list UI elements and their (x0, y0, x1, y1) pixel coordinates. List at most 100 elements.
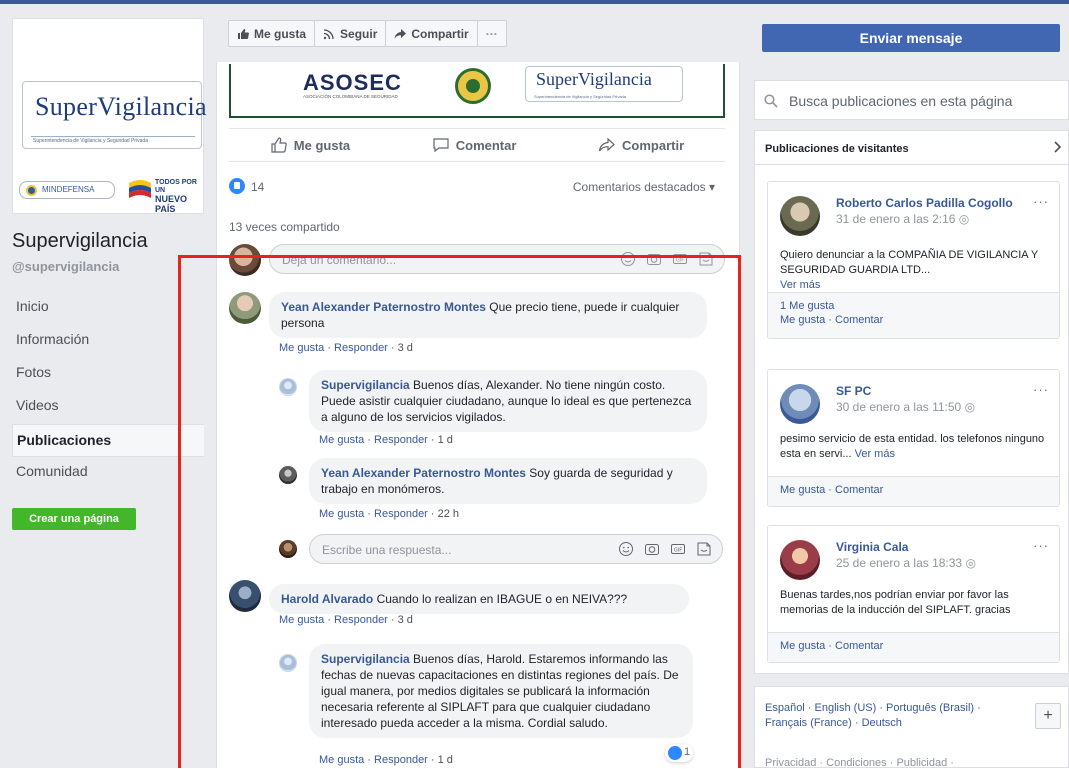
chevron-right-icon[interactable] (1052, 139, 1064, 155)
see-more-link[interactable]: Ver más (780, 279, 820, 291)
add-language-button[interactable]: + (1035, 703, 1061, 729)
visitor-date-text: 31 de enero a las 2:16 (836, 212, 956, 226)
sticker-icon[interactable] (698, 251, 714, 267)
emoji-icon[interactable] (620, 251, 636, 267)
reply-time[interactable]: · 1 d (428, 434, 453, 446)
reply-author[interactable]: Yean Alexander Paternostro Montes (321, 466, 526, 480)
reply-input-icons: GIF (618, 541, 712, 557)
post-comment-label: Comentar (455, 137, 517, 153)
comment-reply-link[interactable]: Responder (334, 342, 388, 354)
nav-item-inicio[interactable]: Inicio (12, 292, 204, 325)
visitor-actions[interactable]: Me gusta · Comentar (780, 484, 883, 496)
language-links[interactable]: Español · English (US) · Português (Bras… (765, 701, 1015, 731)
post-image[interactable]: ASOSEC ASOCIACIÓN COLOMBIANA DE SEGURIDA… (229, 64, 725, 118)
page-search-input[interactable]: Busca publicaciones en esta página (754, 80, 1069, 120)
avatar[interactable] (279, 466, 297, 484)
reply-meta: Me gusta · Responder · 1 d (319, 434, 453, 446)
comment-like-link[interactable]: Me gusta (279, 614, 324, 626)
visitor-post: Roberto Carlos Padilla Cogollo 31 de ene… (767, 181, 1060, 339)
reply-reaction-count[interactable]: 1 (665, 744, 693, 762)
gif-icon[interactable]: GIF (670, 541, 686, 557)
profile-picture[interactable]: SuperVigilancia Superintendencia de Vigi… (12, 18, 207, 214)
reply-bubble: Yean Alexander Paternostro Montes Soy gu… (309, 458, 707, 504)
follow-button[interactable]: Seguir (314, 20, 387, 47)
reply-author[interactable]: Supervigilancia (321, 378, 410, 392)
reply-reply-link[interactable]: Responder (374, 754, 428, 766)
nav-item-comunidad[interactable]: Comunidad (12, 457, 204, 490)
share-page-button[interactable]: Compartir (385, 20, 478, 47)
reply-time[interactable]: · 1 d (428, 754, 453, 766)
nav-item-informacion[interactable]: Información (12, 325, 204, 358)
create-page-button[interactable]: Crear una página (12, 508, 136, 530)
like-page-button[interactable]: Me gusta (228, 20, 316, 47)
reply-time[interactable]: · 22 h (428, 508, 459, 520)
asosec-subtitle: ASOCIACIÓN COLOMBIANA DE SEGURIDAD (303, 94, 398, 99)
comment-input[interactable]: Deja un comentario... GIF (269, 244, 725, 274)
comment-time[interactable]: · 3 d (388, 342, 413, 354)
nav-item-fotos[interactable]: Fotos (12, 358, 204, 391)
reply-reply-link[interactable]: Responder (374, 434, 428, 446)
visitor-posts-header[interactable]: Publicaciones de visitantes (755, 131, 1069, 165)
camera-icon[interactable] (646, 251, 662, 267)
post-comment-button[interactable]: Comentar (432, 136, 517, 154)
post-like-button[interactable]: Me gusta (270, 136, 350, 154)
share-page-label: Compartir (411, 26, 469, 41)
comment-author[interactable]: Yean Alexander Paternostro Montes (281, 300, 486, 314)
comment-author[interactable]: Harold Alvarado (281, 592, 373, 606)
reply-input[interactable]: Escribe una respuesta... GIF (309, 534, 723, 564)
sticker-icon[interactable] (696, 541, 712, 557)
avatar[interactable] (229, 292, 261, 324)
shield-icon (26, 185, 37, 196)
avatar[interactable] (279, 378, 297, 396)
emoji-icon[interactable] (618, 541, 634, 557)
visitor-date[interactable]: 25 de enero a las 18:33 ◎ (836, 556, 976, 570)
shares-count[interactable]: 13 veces compartido (229, 220, 340, 234)
comment-like-link[interactable]: Me gusta (279, 342, 324, 354)
comment-placeholder: Deja un comentario... (282, 253, 397, 267)
page-handle[interactable]: @supervigilancia (12, 259, 119, 274)
comment-time[interactable]: · 3 d (388, 614, 413, 626)
page-name[interactable]: Supervigilancia (12, 230, 148, 253)
nav-item-publicaciones[interactable]: Publicaciones (12, 424, 204, 457)
globe-icon: ◎ (965, 556, 976, 570)
nav-item-videos[interactable]: Videos (12, 391, 204, 424)
more-options-button[interactable]: ··· (476, 20, 507, 47)
camera-icon[interactable] (644, 541, 660, 557)
reply-reply-link[interactable]: Responder (374, 508, 428, 520)
comment-reply-link[interactable]: Responder (334, 614, 388, 626)
reply-author[interactable]: Supervigilancia (321, 652, 410, 666)
visitor-name[interactable]: Virginia Cala (836, 540, 908, 554)
reply-like-link[interactable]: Me gusta (319, 434, 364, 446)
visitor-date[interactable]: 30 de enero a las 11:50 ◎ (836, 400, 975, 414)
avatar[interactable] (780, 384, 820, 424)
post-share-button[interactable]: Compartir (598, 136, 684, 154)
search-placeholder: Busca publicaciones en esta página (789, 93, 1013, 109)
visitor-actions[interactable]: Me gusta · Comentar (780, 314, 883, 326)
visitor-likes[interactable]: 1 Me gusta (780, 300, 834, 312)
footer-links[interactable]: Privacidad · Condiciones · Publicidad · (765, 757, 954, 769)
avatar[interactable] (780, 196, 820, 236)
thumbs-up-icon (238, 28, 249, 39)
reply-meta: Me gusta · Responder · 1 d (319, 754, 453, 766)
visitor-actions[interactable]: Me gusta · Comentar (780, 640, 883, 652)
language-panel: Español · English (US) · Português (Bras… (754, 686, 1069, 769)
avatar[interactable] (279, 654, 297, 672)
visitor-name[interactable]: Roberto Carlos Padilla Cogollo (836, 196, 1013, 210)
post-options-icon[interactable]: ··· (1033, 382, 1049, 397)
likes-count[interactable]: 14 (251, 180, 264, 194)
post-options-icon[interactable]: ··· (1033, 538, 1049, 553)
see-more-link[interactable]: Ver más (855, 448, 895, 460)
reply-like-link[interactable]: Me gusta (319, 754, 364, 766)
comment-icon (433, 138, 449, 153)
reply-like-link[interactable]: Me gusta (319, 508, 364, 520)
visitor-name[interactable]: SF PC (836, 384, 871, 398)
post-options-icon[interactable]: ··· (1033, 194, 1049, 209)
avatar[interactable] (229, 580, 261, 612)
visitor-date[interactable]: 31 de enero a las 2:16 ◎ (836, 212, 969, 226)
gif-icon[interactable]: GIF (672, 251, 688, 267)
post-reaction-bar: Me gusta Comentar Compartir (229, 128, 725, 162)
like-reaction-icon (229, 178, 245, 194)
avatar[interactable] (780, 540, 820, 580)
send-message-button[interactable]: Enviar mensaje (762, 24, 1060, 52)
featured-comments-dropdown[interactable]: Comentarios destacados ▾ (573, 180, 715, 194)
